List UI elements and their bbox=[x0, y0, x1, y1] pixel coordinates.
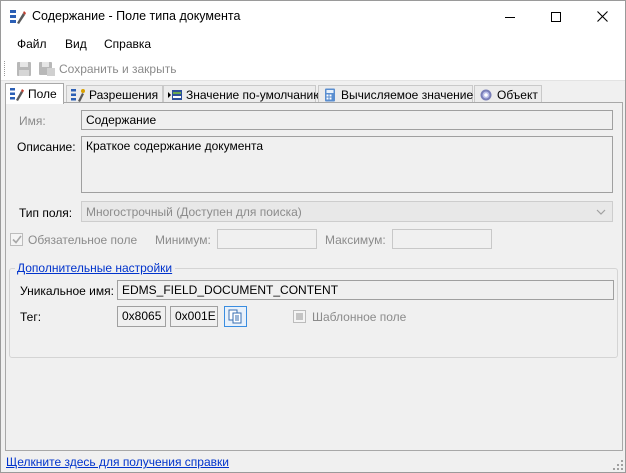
copy-tag-button[interactable] bbox=[224, 306, 247, 327]
resize-grip-icon[interactable] bbox=[613, 460, 623, 470]
name-field[interactable]: Содержание bbox=[81, 110, 613, 130]
save-and-close-button[interactable]: Сохранить и закрыть bbox=[38, 59, 176, 78]
menu-bar: Файл Вид Справка bbox=[1, 32, 625, 56]
toolbar: Сохранить и закрыть bbox=[1, 56, 625, 81]
title-bar: Содержание - Поле типа документа bbox=[1, 1, 625, 32]
field-edit-icon bbox=[10, 10, 26, 24]
close-button[interactable] bbox=[579, 1, 625, 32]
tab-field-label: Поле bbox=[28, 87, 57, 101]
help-link[interactable]: Щелкните здесь для получения справки bbox=[6, 455, 229, 469]
close-icon bbox=[596, 11, 608, 22]
required-label: Обязательное поле bbox=[28, 233, 138, 247]
tab-default-value-label: Значение по-умолчанию bbox=[186, 87, 323, 102]
tab-field[interactable]: Поле bbox=[5, 83, 64, 104]
copy-icon bbox=[228, 309, 242, 324]
description-field[interactable]: Краткое содержание документа bbox=[81, 136, 613, 193]
status-bar: Щелкните здесь для получения справки bbox=[1, 453, 625, 472]
toolbar-grip[interactable] bbox=[4, 61, 7, 76]
dialog-window: Содержание - Поле типа документа Файл Ви… bbox=[0, 0, 626, 473]
save-close-icon bbox=[39, 61, 55, 76]
tab-object-label: Объект bbox=[497, 87, 538, 102]
field-type-label: Тип поля: bbox=[19, 206, 73, 220]
advanced-settings-group: Дополнительные настройки Уникальное имя:… bbox=[9, 261, 618, 358]
tag-label: Тег: bbox=[20, 310, 42, 324]
tab-calculated-value[interactable]: Вычисляемое значение bbox=[318, 85, 473, 103]
minimum-label: Минимум: bbox=[155, 233, 211, 247]
description-label: Описание: bbox=[17, 140, 76, 154]
minimize-button[interactable] bbox=[487, 1, 533, 32]
required-checkbox[interactable] bbox=[10, 233, 23, 246]
maximize-button[interactable] bbox=[533, 1, 579, 32]
save-and-close-label: Сохранить и закрыть bbox=[59, 61, 177, 76]
calculator-icon bbox=[325, 88, 335, 101]
template-field-label: Шаблонное поле bbox=[312, 310, 407, 324]
checkmark-icon bbox=[11, 235, 22, 244]
save-icon bbox=[17, 61, 31, 76]
tab-permissions[interactable]: Разрешения bbox=[66, 85, 163, 103]
field-type-value: Многострочный (Доступен для поиска) bbox=[86, 205, 302, 219]
minimize-icon bbox=[505, 16, 515, 18]
tag-field-1[interactable]: 0x8065 bbox=[117, 306, 166, 327]
tab-permissions-label: Разрешения bbox=[89, 87, 159, 102]
checkbox-indeterminate-icon bbox=[296, 313, 303, 320]
field-type-select[interactable]: Многострочный (Доступен для поиска) bbox=[81, 201, 613, 222]
default-value-icon bbox=[168, 89, 182, 100]
permissions-icon bbox=[71, 88, 85, 102]
advanced-settings-title[interactable]: Дополнительные настройки bbox=[15, 261, 176, 275]
tab-default-value[interactable]: Значение по-умолчанию bbox=[163, 85, 322, 103]
unique-name-label: Уникальное имя: bbox=[20, 284, 114, 298]
menu-view[interactable]: Вид bbox=[65, 37, 87, 51]
template-field-checkbox[interactable] bbox=[293, 310, 306, 323]
menu-help[interactable]: Справка bbox=[104, 37, 151, 51]
menu-file[interactable]: Файл bbox=[17, 37, 47, 51]
field-edit-icon bbox=[10, 88, 24, 101]
save-button[interactable] bbox=[16, 59, 32, 78]
name-label: Имя: bbox=[19, 114, 46, 128]
tab-strip: Поле Разрешения Значение по-умолчанию Вы… bbox=[5, 83, 623, 104]
tag-field-2[interactable]: 0x001E bbox=[170, 306, 218, 327]
tab-object[interactable]: Объект bbox=[474, 85, 542, 103]
unique-name-field[interactable]: EDMS_FIELD_DOCUMENT_CONTENT bbox=[117, 280, 614, 300]
tab-calculated-value-label: Вычисляемое значение bbox=[341, 87, 474, 102]
tab-page-field: Имя: Содержание Описание: Краткое содерж… bbox=[5, 102, 623, 451]
maximum-field[interactable] bbox=[392, 229, 492, 249]
minimum-field[interactable] bbox=[217, 229, 317, 249]
window-title: Содержание - Поле типа документа bbox=[32, 9, 241, 23]
maximize-icon bbox=[551, 11, 561, 22]
gear-icon bbox=[480, 89, 492, 100]
maximum-label: Максимум: bbox=[325, 233, 386, 247]
chevron-down-icon bbox=[596, 209, 606, 215]
